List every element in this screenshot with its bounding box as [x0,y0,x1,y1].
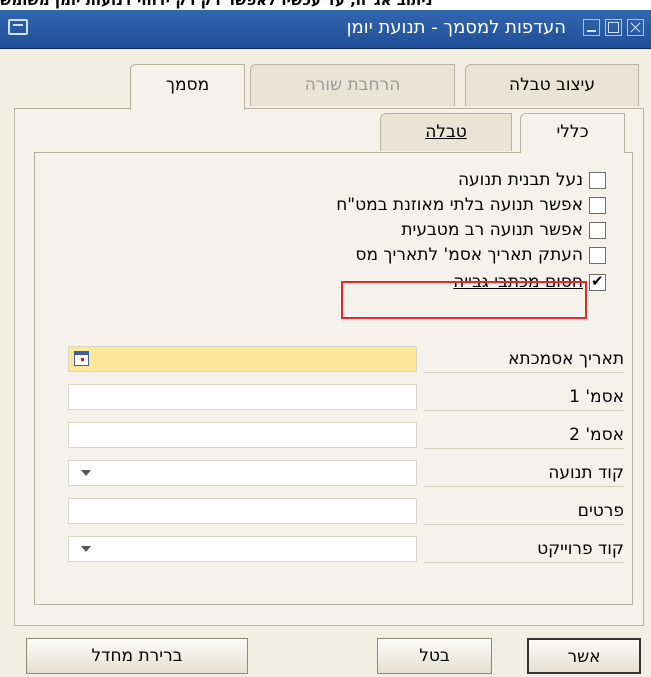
dropdown-arrow-icon[interactable] [81,470,91,476]
close-icon[interactable] [627,19,644,36]
tab-table-design[interactable]: עיצוב טבלה [465,64,639,106]
minimize-icon[interactable] [583,19,600,36]
calendar-icon[interactable] [74,351,89,366]
label-ref-date: תאריך אסמכתא [424,346,624,373]
project-code-select[interactable] [68,536,417,562]
label-project-code: קוד פרוייקט [424,536,624,563]
checkbox[interactable] [589,246,606,264]
ref-1-input[interactable] [68,384,417,410]
checkbox[interactable] [589,196,606,214]
highlight-box [341,281,587,319]
preferences-dialog: העדפות למסמך - תנועת יומן עיצוב טבלה הרח… [0,10,651,677]
label-ref-2: אסמ' 2 [424,422,624,449]
dropdown-arrow-icon[interactable] [81,546,91,552]
checkbox[interactable] [589,221,606,239]
checkbox-allow-unbalanced[interactable]: אפשר תנועה בלתי מאוזנת במט"ח [336,194,606,216]
title-bar: העדפות למסמך - תנועת יומן [0,10,651,49]
transaction-code-select[interactable] [68,460,417,486]
maximize-icon[interactable] [605,19,622,36]
cut-off-top-text: ניתוב אג"ח, עד עכשיו לאפשר רק רק ידוחי ד… [0,0,651,10]
window-menu-icon[interactable] [8,19,28,35]
tab-row-expansion: הרחבת שורה [250,64,455,106]
checkbox[interactable] [589,171,606,189]
tab-document[interactable]: מסמך [130,64,245,110]
label-ref-1: אסמ' 1 [424,384,624,411]
checkbox-copy-ref-date[interactable]: העתק תאריך אסמ' לתאריך מס [355,244,606,266]
label-details: פרטים [424,498,624,525]
ok-button[interactable]: אשר [527,638,641,674]
checkbox-lock-template[interactable]: נעל תבנית תנועה [458,169,606,191]
checkbox-allow-multicurrency[interactable]: אפשר תנועה רב מטבעית [401,219,606,241]
ref-2-input[interactable] [68,422,417,448]
cancel-button[interactable]: בטל [377,638,492,674]
label-transaction-code: קוד תנועה [424,460,624,487]
window-title: העדפות למסמך - תנועת יומן [346,17,566,38]
ref-date-input[interactable] [68,346,417,372]
default-button[interactable]: ברירת מחדל [26,638,248,674]
details-input[interactable] [68,498,417,524]
checkbox-checked[interactable] [589,272,606,291]
subtab-table[interactable]: טבלה [380,113,512,151]
subtab-general[interactable]: כללי [520,113,625,153]
